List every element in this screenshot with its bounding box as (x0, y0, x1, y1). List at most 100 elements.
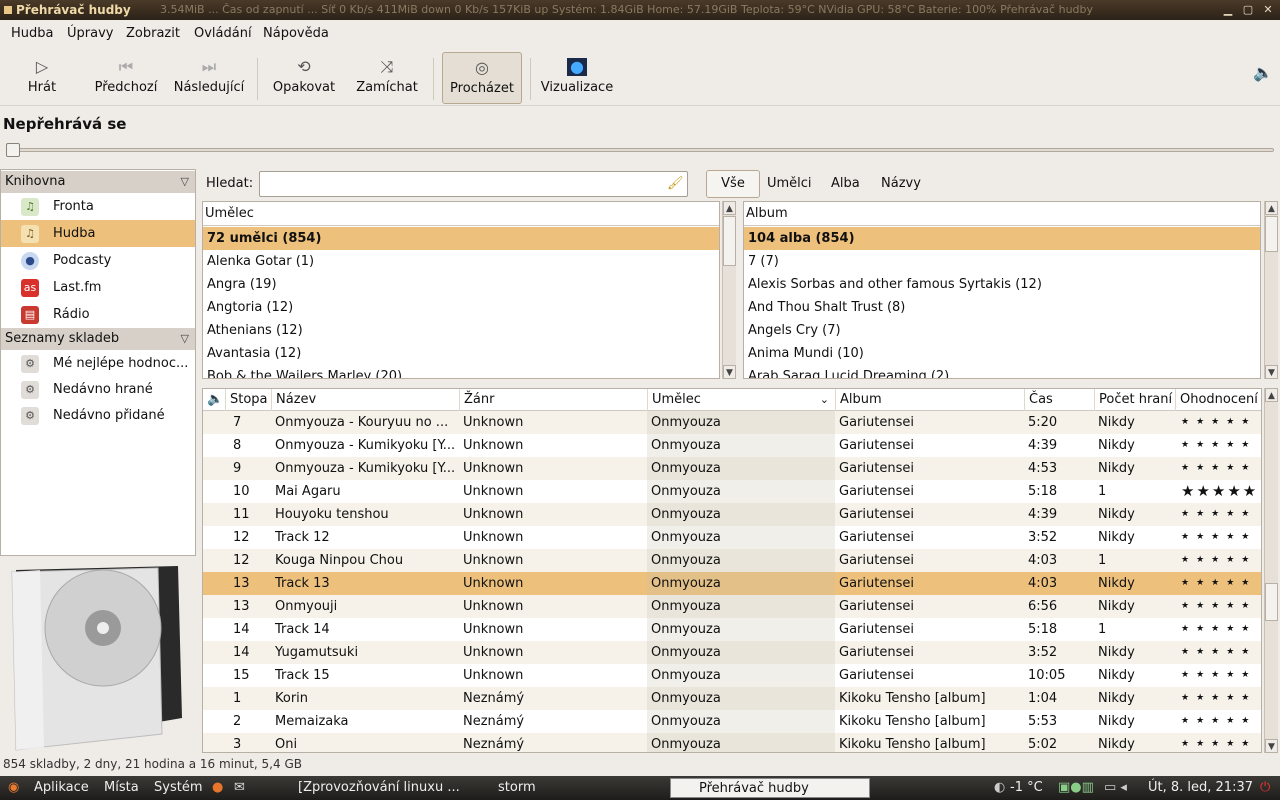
table-row[interactable]: 9 Onmyouza - Kumikyoku [Y... Unknown Onmyou… (203, 457, 1261, 480)
browse-button[interactable]: ◎ Procházet (442, 52, 522, 104)
list-item[interactable]: Alenka Gotar (1) (203, 250, 719, 273)
column-rating[interactable]: Ohodnocení (1175, 389, 1261, 411)
artist-column-header[interactable]: Umělec (203, 202, 719, 226)
table-row[interactable]: 2 Memaizaka Neznámý Onmyouza Kikoku Tensho [… (203, 710, 1261, 733)
menu-places[interactable]: Místa (104, 776, 139, 800)
task-browser[interactable]: [Zprovozňování linuxu ... (270, 778, 466, 798)
table-row[interactable]: 14 Yugamutsuki Unknown Onmyouza Gariutensei 3… (203, 641, 1261, 664)
rating-stars[interactable]: ★★★★★ (1175, 503, 1261, 526)
album-column-header[interactable]: Album (744, 202, 1260, 226)
rating-stars[interactable]: ★★★★★ (1175, 664, 1261, 687)
scroll-down-icon[interactable]: ▼ (1265, 739, 1278, 753)
rating-stars[interactable]: ★★★★★ (1175, 710, 1261, 733)
menu-applications[interactable]: Aplikace (34, 776, 89, 800)
play-button[interactable]: ▷ Hrát (14, 52, 70, 104)
minimize-icon[interactable]: ▁ (1220, 0, 1236, 20)
list-item[interactable]: 72 umělci (854) (203, 227, 719, 250)
rating-stars[interactable]: ★★★★★ (1175, 411, 1261, 434)
rating-stars[interactable]: ★★★★★ (1175, 572, 1261, 595)
clock[interactable]: Út, 8. led, 21:37 (1148, 776, 1253, 800)
table-row[interactable]: 13 Onmyouji Unknown Onmyouza Gariutensei 6:56… (203, 595, 1261, 618)
sidebar-item-queue[interactable]: ♫ Fronta (1, 193, 195, 220)
rating-stars[interactable]: ★★★★★ (1175, 526, 1261, 549)
next-button[interactable]: ⏭ Následující (172, 52, 246, 104)
track-scrollbar[interactable]: ▲ ▼ (1264, 388, 1278, 753)
sidebar-item-recently-added[interactable]: ⚙ Nedávno přidané (1, 402, 195, 429)
sidebar-item-recently-played[interactable]: ⚙ Nedávno hrané (1, 376, 195, 403)
table-row[interactable]: 1 Korin Neznámý Onmyouza Kikoku Tensho [albu… (203, 687, 1261, 710)
column-album[interactable]: Album (835, 389, 1024, 411)
rating-stars[interactable]: ★★★★★ (1175, 618, 1261, 641)
sidebar-item-podcasts[interactable]: ● Podcasty (1, 247, 195, 274)
clear-search-icon[interactable]: 🖌 (667, 176, 684, 192)
table-row[interactable]: 15 Track 15 Unknown Onmyouza Gariutensei 10:0… (203, 664, 1261, 687)
album-scrollbar[interactable]: ▲ ▼ (1264, 201, 1278, 379)
task-storm[interactable]: storm (470, 778, 660, 798)
list-item[interactable]: Arab Saraq Lucid Dreaming (2) (744, 365, 1260, 378)
window-menu-icon[interactable] (4, 6, 12, 14)
table-row[interactable]: 13 Track 13 Unknown Onmyouza Gariutensei 4:03… (203, 572, 1261, 595)
menu-hudba[interactable]: Hudba (11, 26, 54, 41)
tray-icons[interactable]: ▣●▥ (1058, 776, 1094, 800)
sidebar-item-lastfm[interactable]: as Last.fm (1, 274, 195, 301)
network-icon[interactable]: ▭ ◂ (1104, 776, 1127, 800)
close-icon[interactable]: ✕ (1260, 0, 1276, 20)
column-title[interactable]: Název (271, 389, 459, 411)
menu-system[interactable]: Systém (154, 776, 202, 800)
seek-bar[interactable] (6, 148, 1274, 152)
scroll-down-icon[interactable]: ▼ (1265, 365, 1278, 379)
window-titlebar[interactable]: Přehrávač hudby 3.54MiB ... Čas od zapnu… (0, 0, 1280, 20)
rating-stars[interactable]: ★★★★★ (1175, 733, 1261, 752)
scroll-thumb[interactable] (1265, 216, 1278, 252)
rating-stars[interactable]: ★★★★★ (1175, 687, 1261, 710)
rating-stars[interactable]: ★★★★★ (1175, 549, 1261, 572)
table-row[interactable]: 3 Oni Neznámý Onmyouza Kikoku Tensho [album]… (203, 733, 1261, 752)
firefox-icon[interactable]: ● (212, 776, 223, 800)
ubuntu-logo-icon[interactable]: ◉ (8, 776, 19, 800)
table-row[interactable]: 8 Onmyouza - Kumikyoku [Y... Unknown Onmyou… (203, 434, 1261, 457)
task-music-player[interactable]: Přehrávač hudby (670, 778, 870, 798)
temperature[interactable]: -1 °C (1010, 776, 1043, 800)
menu-ovladani[interactable]: Ovládání (194, 26, 252, 41)
artist-scrollbar[interactable]: ▲ ▼ (722, 201, 736, 379)
power-icon[interactable]: ⏻ (1260, 776, 1270, 800)
visualize-button[interactable]: ● Vizualizace (538, 52, 616, 104)
list-item[interactable]: Alexis Sorbas and other famous Syrtakis … (744, 273, 1260, 296)
maximize-icon[interactable]: ▢ (1240, 0, 1256, 20)
shuffle-button[interactable]: ⤨ Zamíchat (352, 52, 422, 104)
table-row[interactable]: 14 Track 14 Unknown Onmyouza Gariutensei 5:18… (203, 618, 1261, 641)
column-time[interactable]: Čas (1024, 389, 1094, 411)
now-playing-column[interactable]: 🔈 (203, 389, 225, 411)
table-row[interactable]: 12 Kouga Ninpou Chou Unknown Onmyouza Gariut… (203, 549, 1261, 572)
table-row[interactable]: 10 Mai Agaru Unknown Onmyouza Gariutensei 5:1… (203, 480, 1261, 503)
rating-stars[interactable]: ★★★★★ (1175, 595, 1261, 618)
list-item[interactable]: Anima Mundi (10) (744, 342, 1260, 365)
column-plays[interactable]: Počet hraní (1094, 389, 1175, 411)
list-item[interactable]: Athenians (12) (203, 319, 719, 342)
column-genre[interactable]: Žánr (459, 389, 647, 411)
seek-handle[interactable] (6, 143, 20, 157)
menu-zobrazit[interactable]: Zobrazit (126, 26, 180, 41)
scroll-thumb[interactable] (1265, 583, 1278, 621)
list-item[interactable]: And Thou Shalt Trust (8) (744, 296, 1260, 319)
list-item[interactable]: 7 (7) (744, 250, 1260, 273)
volume-button[interactable]: 🔈 (1252, 64, 1273, 116)
chevron-down-icon[interactable]: ▽ (181, 171, 189, 193)
rating-stars[interactable]: ★★★★★ (1175, 434, 1261, 457)
search-input[interactable]: 🖌 (259, 171, 688, 197)
rating-stars[interactable]: ★★★★★ (1175, 641, 1261, 664)
list-item[interactable]: Avantasia (12) (203, 342, 719, 365)
column-track[interactable]: Stopa (225, 389, 271, 411)
playlists-header[interactable]: Seznamy skladeb ▽ (1, 328, 195, 350)
list-item[interactable]: 104 alba (854) (744, 227, 1260, 250)
chevron-down-icon[interactable]: ▽ (181, 328, 189, 350)
menu-napoveda[interactable]: Nápověda (263, 26, 329, 41)
repeat-button[interactable]: ⟲ Opakovat (268, 52, 340, 104)
scroll-up-icon[interactable]: ▲ (1265, 388, 1278, 402)
sidebar-item-top-rated[interactable]: ⚙ Mé nejlépe hodnoc... (1, 350, 195, 377)
filter-tab-artists[interactable]: Umělci (767, 176, 812, 191)
previous-button[interactable]: ⏮ Předchozí (90, 52, 162, 104)
library-header[interactable]: Knihovna ▽ (1, 171, 195, 193)
scroll-up-icon[interactable]: ▲ (1265, 201, 1278, 215)
mail-icon[interactable]: ✉ (234, 776, 245, 800)
